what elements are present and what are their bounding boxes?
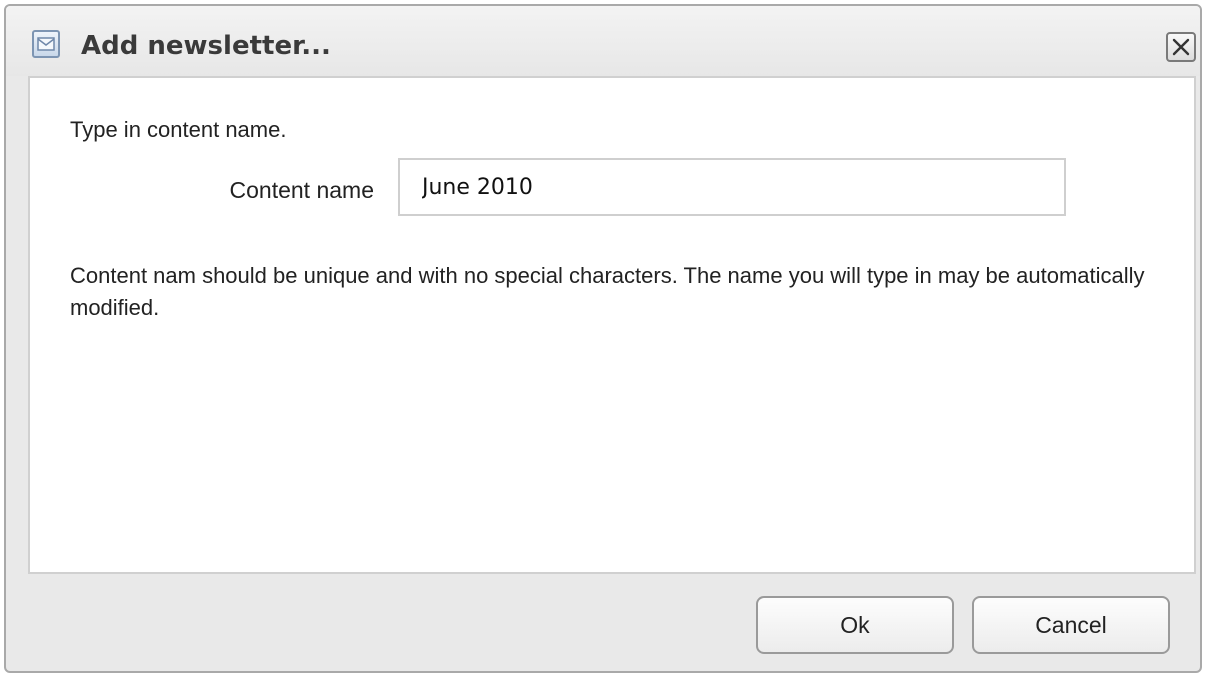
cancel-button[interactable]: Cancel xyxy=(972,596,1170,654)
close-icon[interactable] xyxy=(1166,32,1196,62)
dialog-title: Add newsletter... xyxy=(81,31,331,61)
content-name-label: Content name xyxy=(229,177,374,203)
newsletter-icon xyxy=(32,30,60,58)
instruction-text: Type in content name. xyxy=(70,117,287,142)
dialog-content: Type in content name. Content name Conte… xyxy=(28,76,1196,574)
hint-text: Content nam should be unique and with no… xyxy=(70,263,1145,320)
add-newsletter-dialog: Add newsletter... Type in content name. … xyxy=(4,4,1202,673)
dialog-titlebar[interactable]: Add newsletter... xyxy=(6,6,1200,76)
ok-button[interactable]: Ok xyxy=(756,596,954,654)
content-name-input[interactable] xyxy=(398,158,1066,216)
